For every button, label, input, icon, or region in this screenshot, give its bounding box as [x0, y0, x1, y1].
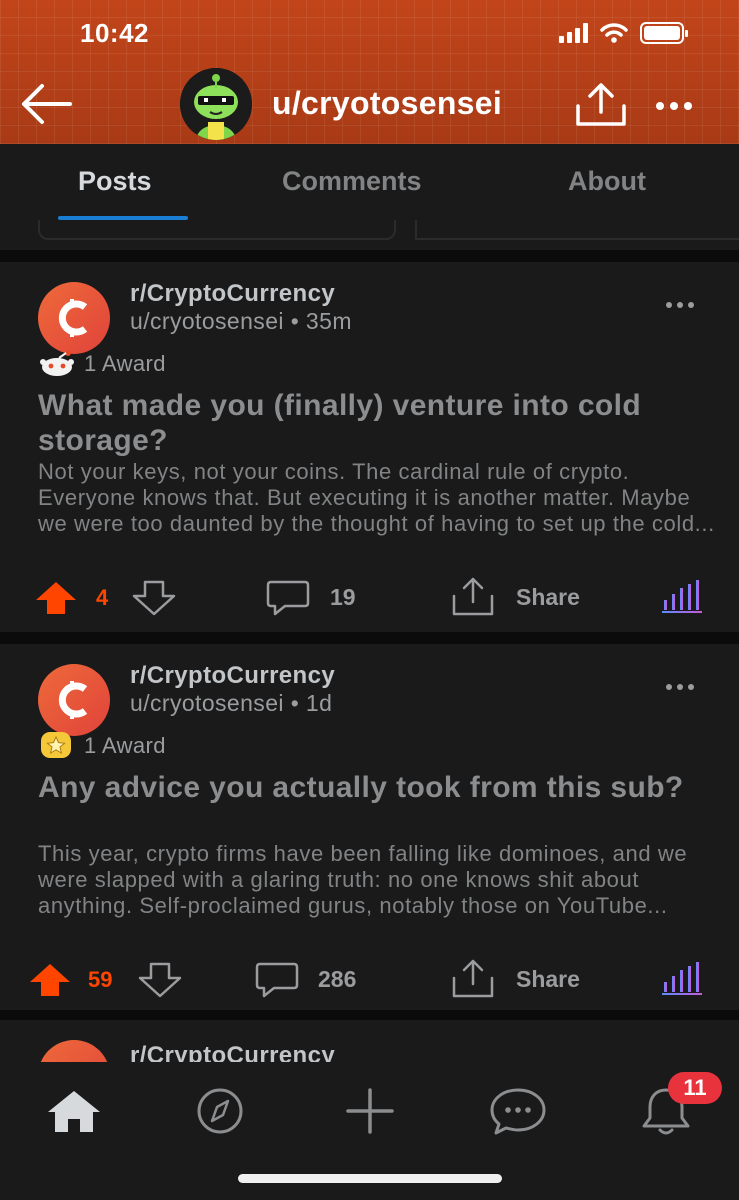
more-dot	[666, 302, 672, 308]
comments-button[interactable]	[254, 960, 300, 1000]
tab-comments[interactable]: Comments	[282, 166, 422, 197]
award-count[interactable]: 1 Award	[84, 733, 166, 759]
chat-icon	[490, 1088, 546, 1135]
home-icon	[48, 1091, 100, 1132]
more-dot	[684, 102, 692, 110]
more-dot	[688, 684, 694, 690]
downvote-arrow-icon	[138, 962, 182, 998]
share-label[interactable]: Share	[516, 966, 580, 993]
share-icon	[576, 83, 626, 126]
share-icon	[452, 577, 494, 616]
user-avatar[interactable]	[180, 68, 252, 140]
insights-bar-chart-icon	[662, 580, 702, 613]
notification-badge: 11	[668, 1072, 722, 1104]
nav-chat[interactable]	[488, 1086, 548, 1136]
subreddit-icon[interactable]	[38, 664, 110, 736]
scrolled-card-edge	[415, 220, 739, 240]
post-card[interactable]: r/CryptoCurrency u/cryotosensei • 1d 1 A…	[0, 644, 739, 1010]
comment-count: 286	[318, 966, 357, 992]
scrolled-card-edge	[38, 220, 396, 240]
upvote-button[interactable]	[28, 962, 72, 998]
snoo-award-icon	[40, 350, 74, 376]
share-icon	[452, 959, 494, 998]
profile-header: 10:42 u/cryotosensei	[0, 0, 739, 144]
back-button[interactable]	[16, 78, 76, 130]
share-button[interactable]	[450, 958, 496, 1000]
star-award-icon	[41, 732, 71, 758]
more-dot	[656, 102, 664, 110]
share-button[interactable]	[450, 576, 496, 618]
post-body-preview[interactable]: Not your keys, not your coins. The cardi…	[38, 459, 718, 537]
profile-share-button[interactable]	[572, 80, 630, 130]
downvote-button[interactable]	[132, 580, 176, 616]
battery-icon	[640, 22, 688, 44]
comment-count: 19	[330, 584, 356, 610]
post-author-line: u/cryotosensei • 1d	[130, 690, 333, 716]
nav-create-post[interactable]	[340, 1086, 400, 1136]
award-count[interactable]: 1 Award	[84, 351, 166, 377]
post-title[interactable]: Any advice you actually took from this s…	[38, 770, 718, 805]
comments-button[interactable]	[265, 578, 311, 618]
insights-button[interactable]	[662, 578, 706, 614]
status-time: 10:42	[80, 18, 149, 48]
subreddit-icon[interactable]	[38, 282, 110, 354]
cryptocurrency-logo-icon	[58, 299, 88, 337]
downvote-button[interactable]	[138, 962, 182, 998]
profile-more-button[interactable]	[648, 88, 700, 124]
home-indicator[interactable]	[238, 1174, 502, 1183]
wifi-icon	[600, 23, 628, 43]
insights-bar-chart-icon	[662, 962, 702, 995]
post-card[interactable]: r/CryptoCurrency u/cryotosensei • 35m 1 …	[0, 262, 739, 632]
post-author-line: u/cryotosensei • 35m	[130, 308, 352, 334]
comment-bubble-icon	[255, 962, 299, 998]
more-dot	[677, 302, 683, 308]
post-more-button[interactable]	[660, 295, 700, 315]
subreddit-name[interactable]: r/CryptoCurrency	[130, 280, 335, 308]
tab-posts[interactable]: Posts	[78, 166, 152, 197]
post-title[interactable]: What made you (finally) venture into col…	[38, 388, 718, 458]
cellular-signal-icon	[559, 23, 588, 43]
more-dot	[688, 302, 694, 308]
more-dot	[666, 684, 672, 690]
more-dot	[677, 684, 683, 690]
more-dot	[670, 102, 678, 110]
tab-about[interactable]: About	[568, 166, 646, 197]
plus-icon	[346, 1088, 394, 1134]
snoo-avatar-icon	[180, 68, 252, 140]
compass-icon	[197, 1088, 243, 1134]
nav-home[interactable]	[44, 1086, 104, 1136]
downvote-arrow-icon	[132, 580, 176, 616]
vote-count: 4	[96, 585, 109, 610]
cryptocurrency-logo-icon	[58, 681, 88, 719]
post-body-preview[interactable]: This year, crypto firms have been fallin…	[38, 841, 718, 919]
vote-count: 59	[88, 967, 113, 992]
arrow-left-icon	[22, 84, 72, 124]
nav-explore[interactable]	[190, 1086, 250, 1136]
share-label[interactable]: Share	[516, 584, 580, 611]
profile-username: u/cryotosensei	[272, 85, 503, 121]
post-more-button[interactable]	[660, 677, 700, 697]
status-icons	[559, 22, 688, 44]
subreddit-name[interactable]: r/CryptoCurrency	[130, 662, 335, 690]
profile-tabs: Posts Comments About	[0, 144, 739, 250]
upvote-arrow-icon	[36, 582, 76, 614]
comment-bubble-icon	[266, 580, 310, 616]
upvote-button[interactable]	[34, 580, 78, 616]
upvote-arrow-icon	[30, 964, 70, 996]
insights-button[interactable]	[662, 960, 706, 996]
